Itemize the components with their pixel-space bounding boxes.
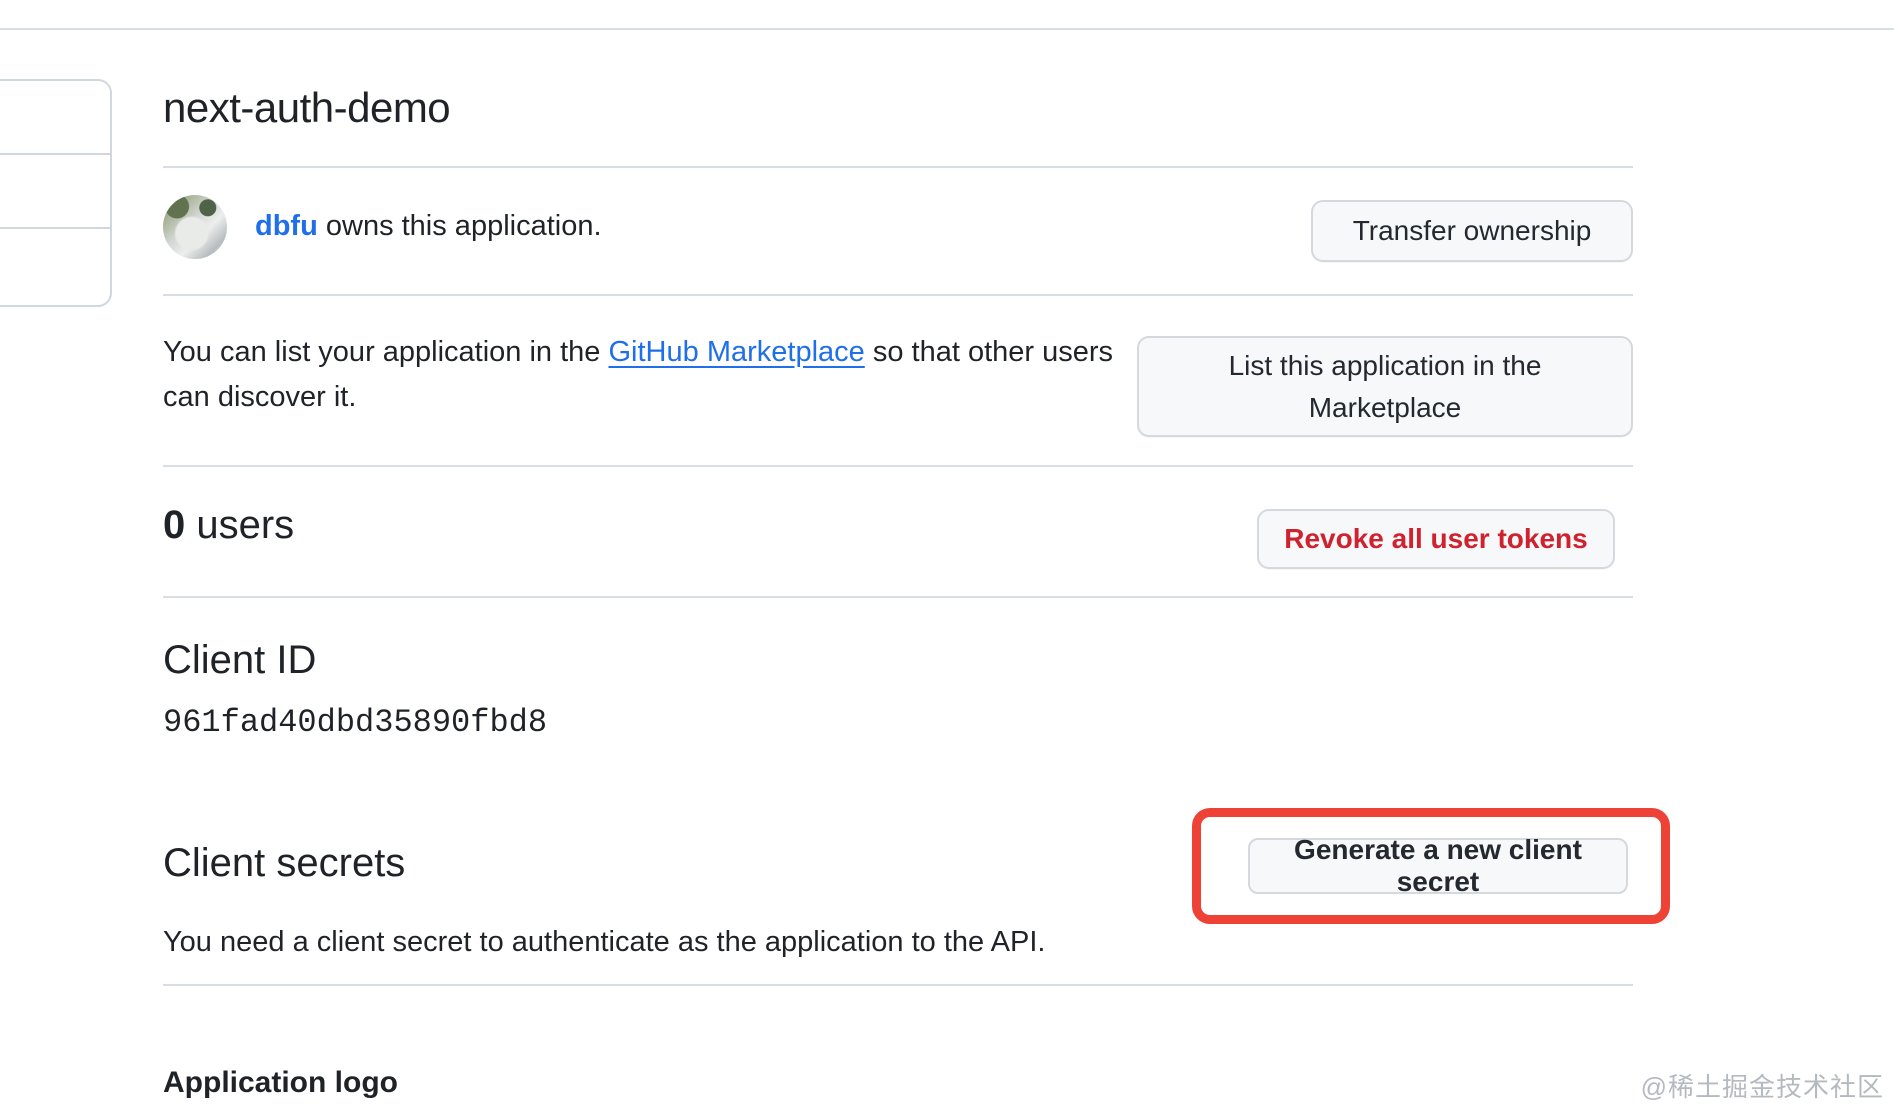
marketplace-section: You can list your application in the Git… bbox=[163, 330, 1633, 437]
users-count-text: 0 users bbox=[163, 503, 294, 548]
owner-text-suffix: owns this application. bbox=[317, 210, 602, 242]
sidebar-item[interactable] bbox=[0, 81, 110, 155]
divider bbox=[163, 465, 1633, 467]
divider bbox=[163, 294, 1633, 296]
list-in-marketplace-button[interactable]: List this application in the Marketplace bbox=[1137, 336, 1633, 437]
marketplace-text-before: You can list your application in the bbox=[163, 336, 609, 368]
owner-section: dbfu owns this application. Transfer own… bbox=[163, 195, 1633, 262]
sidebar-item[interactable] bbox=[0, 229, 110, 304]
revoke-all-user-tokens-button[interactable]: Revoke all user tokens bbox=[1257, 509, 1615, 569]
github-marketplace-link[interactable]: GitHub Marketplace bbox=[609, 336, 865, 368]
users-count-label: users bbox=[185, 503, 295, 547]
client-id-value: 961fad40dbd35890fbd8 bbox=[163, 704, 548, 741]
client-secrets-description: You need a client secret to authenticate… bbox=[163, 926, 1046, 958]
divider bbox=[163, 984, 1633, 986]
oauth-app-settings-main: next-auth-demo dbfu owns this applicatio… bbox=[163, 0, 1670, 1108]
divider bbox=[163, 596, 1633, 598]
generate-client-secret-button[interactable]: Generate a new client secret bbox=[1248, 834, 1628, 897]
application-logo-heading: Application logo bbox=[163, 1066, 398, 1099]
sidebar-nav bbox=[0, 79, 112, 307]
transfer-ownership-button[interactable]: Transfer ownership bbox=[1311, 200, 1633, 262]
owner-text: dbfu owns this application. bbox=[255, 210, 602, 243]
marketplace-text: You can list your application in the Git… bbox=[163, 330, 1138, 420]
divider bbox=[163, 166, 1633, 168]
watermark-text: @稀土掘金技术社区 bbox=[1640, 1072, 1884, 1102]
client-secrets-heading: Client secrets bbox=[163, 841, 406, 885]
client-id-heading: Client ID bbox=[163, 638, 317, 682]
owner-username-link[interactable]: dbfu bbox=[255, 210, 318, 242]
users-count-value: 0 bbox=[163, 503, 186, 547]
sidebar-item[interactable] bbox=[0, 155, 110, 229]
app-name-title: next-auth-demo bbox=[163, 84, 451, 131]
owner-avatar[interactable] bbox=[163, 195, 227, 259]
users-section: 0 users Revoke all user tokens bbox=[163, 503, 1633, 573]
red-annotation-box: Generate a new client secret bbox=[1192, 808, 1670, 924]
